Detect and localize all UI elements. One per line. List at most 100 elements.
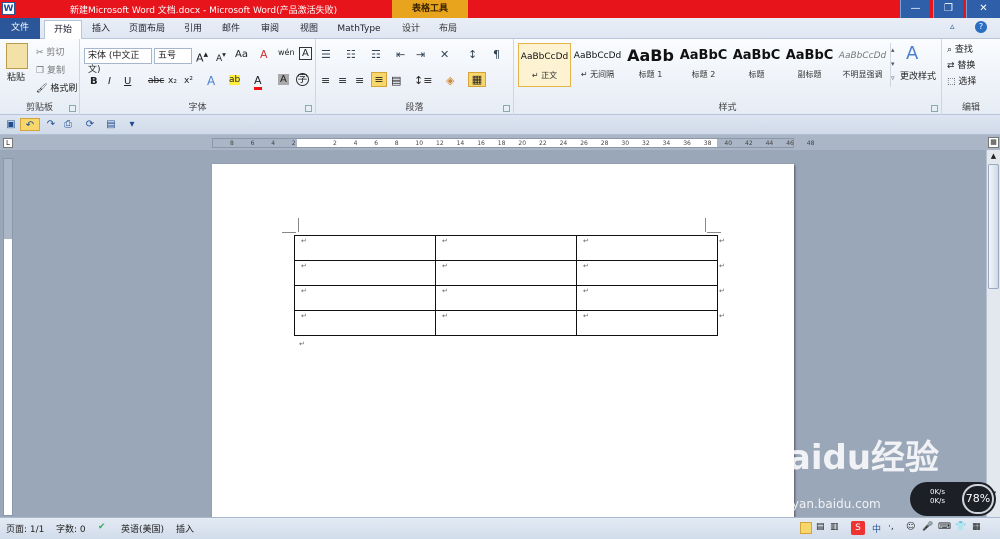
ime-tools-icon[interactable]: ▦ <box>972 522 981 532</box>
table-cell[interactable]: ↵ <box>576 310 718 336</box>
ime-emoji-icon[interactable]: ☺ <box>906 522 915 532</box>
shading-icon[interactable]: ◈ <box>446 74 454 87</box>
horizontal-ruler[interactable]: 8 6 4 2 2 4 6 8 10 12 14 16 18 20 22 24 26 28 30 32 34 36 38 40… <box>212 138 814 148</box>
sogou-ime-icon[interactable]: S <box>851 521 865 535</box>
ime-keyboard-icon[interactable]: ⌨ <box>938 522 951 532</box>
show-marks-icon[interactable]: ¶ <box>493 48 500 61</box>
bullets-icon[interactable]: ☰ <box>321 48 331 61</box>
change-styles-button[interactable]: 更改样式 <box>900 69 936 82</box>
styles-scroll-icon[interactable]: ▴ ▾ ▿ <box>890 43 898 87</box>
save-icon[interactable]: ▣ <box>5 118 17 131</box>
phonetic-guide-button[interactable]: wén <box>278 48 295 57</box>
undo-icon[interactable]: ↶ <box>20 118 40 131</box>
ime-voice-icon[interactable]: 🎤 <box>922 522 933 532</box>
document-table[interactable]: ↵ ↵ ↵ ↵ ↵ ↵ ↵ ↵ ↵ ↵ ↵ ↵ <box>294 235 718 336</box>
table-cell[interactable]: ↵ <box>294 285 436 311</box>
help-icon[interactable]: ? <box>975 21 987 33</box>
styles-launcher-icon[interactable] <box>931 105 938 112</box>
sync-icon[interactable]: ⟳ <box>82 118 98 131</box>
style-heading-2[interactable]: AaBbC 标题 2 <box>677 43 730 87</box>
tab-design[interactable]: 设计 <box>393 20 429 39</box>
paste-button[interactable]: 粘贴 <box>7 70 25 83</box>
tab-layout[interactable]: 布局 <box>430 20 466 39</box>
table-cell[interactable]: ↵ <box>435 235 577 261</box>
italic-button[interactable]: I <box>108 76 111 87</box>
grow-font-button[interactable]: A▴ <box>196 49 208 65</box>
cut-button[interactable]: ✂ 剪切 <box>36 45 64 58</box>
minimize-icon[interactable]: — <box>900 0 930 18</box>
tab-review[interactable]: 审阅 <box>252 20 288 39</box>
tab-file[interactable]: 文件 <box>0 18 40 39</box>
tab-view[interactable]: 视图 <box>291 20 327 39</box>
style-normal[interactable]: AaBbCcDd ↵ 正文 <box>518 43 571 87</box>
sort-icon[interactable]: ↕ <box>468 48 477 61</box>
ime-punct-icon[interactable]: ·, <box>888 522 894 532</box>
superscript-button[interactable]: x² <box>184 76 193 86</box>
status-word-count[interactable]: 字数: 0 <box>56 522 86 535</box>
justify-icon[interactable]: ≡ <box>371 72 387 87</box>
font-launcher-icon[interactable] <box>305 105 312 112</box>
ime-skin-icon[interactable]: 👕 <box>955 522 966 532</box>
borders-icon[interactable]: ▦ <box>468 72 486 87</box>
view-ruler-icon[interactable]: ▦ <box>988 137 999 148</box>
tab-home[interactable]: 开始 <box>44 20 82 40</box>
chinese-layout-icon[interactable]: ✕ <box>440 48 449 61</box>
enclose-char-button[interactable]: 字 <box>296 73 309 86</box>
numbering-icon[interactable]: ☷ <box>346 48 356 61</box>
decrease-indent-icon[interactable]: ⇤ <box>396 48 405 61</box>
status-language[interactable]: 英语(美国) <box>121 522 164 535</box>
insert-table-icon[interactable]: ▤ <box>103 118 119 131</box>
strikethrough-button[interactable]: abc <box>148 76 164 86</box>
subscript-button[interactable]: x₂ <box>168 76 177 86</box>
clipboard-launcher-icon[interactable] <box>69 105 76 112</box>
style-subtle-emphasis[interactable]: AaBbCcDd 不明显强调 <box>836 43 889 87</box>
change-case-button[interactable]: Aa <box>235 49 248 60</box>
shrink-font-button[interactable]: A▾ <box>216 50 226 64</box>
style-no-spacing[interactable]: AaBbCcDd ↵ 无间隔 <box>571 43 624 87</box>
restore-icon[interactable]: ❐ <box>933 0 963 18</box>
web-layout-icon[interactable]: ▥ <box>830 522 839 532</box>
scroll-up-icon[interactable]: ▲ <box>988 152 999 162</box>
table-cell[interactable]: ↵ <box>576 235 718 261</box>
customize-qat-icon[interactable]: ▾ <box>126 118 138 131</box>
font-size-dropdown[interactable]: 五号 <box>154 48 192 64</box>
text-effects-button[interactable]: A <box>207 74 215 88</box>
vertical-scrollbar[interactable]: ▲ ▼ <box>986 150 1000 517</box>
table-cell[interactable]: ↵ <box>576 260 718 286</box>
redo-icon[interactable]: ↷ <box>45 118 57 131</box>
underline-button[interactable]: U <box>124 76 131 87</box>
ime-chinese-icon[interactable]: 中 <box>872 522 881 535</box>
char-border-button[interactable]: A <box>299 47 312 60</box>
tab-mailings[interactable]: 邮件 <box>213 20 249 39</box>
select-button[interactable]: ⬚ 选择 <box>947 74 976 87</box>
tab-page-layout[interactable]: 页面布局 <box>122 20 172 39</box>
tab-selector-icon[interactable]: L <box>3 138 13 148</box>
font-name-dropdown[interactable]: 宋体 (中文正文) <box>84 48 152 75</box>
align-left-icon[interactable]: ≡ <box>321 74 330 87</box>
tab-references[interactable]: 引用 <box>177 20 209 39</box>
close-icon[interactable]: ✕ <box>966 0 1000 18</box>
find-button[interactable]: ⌕ 查找 <box>947 42 973 55</box>
paste-icon[interactable] <box>6 43 28 69</box>
align-center-icon[interactable]: ≡ <box>338 74 347 87</box>
highlight-button[interactable]: ab <box>229 75 241 85</box>
tab-insert[interactable]: 插入 <box>84 20 118 39</box>
change-styles-icon[interactable]: A <box>906 43 918 64</box>
bold-button[interactable]: B <box>90 76 98 87</box>
status-insert-mode[interactable]: 插入 <box>176 522 194 535</box>
vertical-ruler[interactable] <box>3 158 13 516</box>
format-painter-button[interactable]: 🖌 格式刷 <box>36 81 77 94</box>
table-cell[interactable]: ↵ <box>435 285 577 311</box>
table-cell[interactable]: ↵ <box>435 260 577 286</box>
font-color-button[interactable]: A <box>254 74 262 90</box>
char-shading-button[interactable]: A <box>278 74 289 85</box>
tab-mathtype[interactable]: MathType <box>331 20 387 39</box>
table-cell[interactable]: ↵ <box>576 285 718 311</box>
status-page[interactable]: 页面: 1/1 <box>6 522 44 535</box>
table-cell[interactable]: ↵ <box>294 310 436 336</box>
print-preview-icon[interactable]: ⎙ <box>60 118 76 131</box>
paragraph-launcher-icon[interactable] <box>503 105 510 112</box>
style-title[interactable]: AaBbC 标题 <box>730 43 783 87</box>
copy-button[interactable]: ❐ 复制 <box>36 63 65 76</box>
table-cell[interactable]: ↵ <box>294 260 436 286</box>
